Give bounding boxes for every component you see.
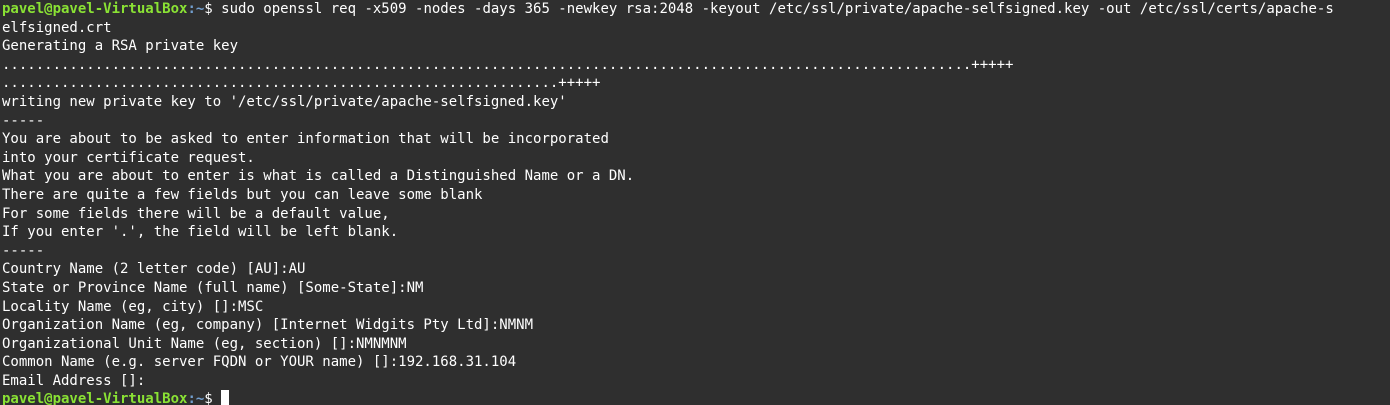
output-line: State or Province Name (full name) [Some… — [2, 279, 424, 296]
output-line: writing new private key to '/etc/ssl/pri… — [2, 93, 567, 110]
prompt-user-host: pavel@pavel-VirtualBox — [2, 391, 188, 405]
output-line: ----- — [2, 242, 45, 259]
output-line: ----- — [2, 112, 45, 129]
output-line: Generating a RSA private key — [2, 38, 239, 55]
output-line: There are quite a few fields but you can… — [2, 186, 483, 203]
output-line: ........................................… — [2, 56, 1014, 73]
output-line: Common Name (e.g. server FQDN or YOUR na… — [2, 354, 517, 371]
command-text: sudo openssl req -x509 -nodes -days 365 … — [221, 1, 1334, 17]
output-line: Organizational Unit Name (eg, section) [… — [2, 335, 407, 352]
output-line: If you enter '.', the field will be left… — [2, 224, 399, 241]
output-line: Email Address []: — [2, 372, 146, 389]
output-line: You are about to be asked to enter infor… — [2, 131, 609, 148]
prompt-path: :~ — [187, 391, 205, 405]
output-line: For some fields there will be a default … — [2, 205, 390, 222]
output-line: Organization Name (eg, company) [Interne… — [2, 317, 534, 334]
text-cursor — [221, 390, 230, 405]
prompt-path: :~ — [187, 1, 205, 17]
command-line: pavel@pavel-VirtualBox:~$ sudo openssl r… — [2, 0, 1390, 19]
output-line: What you are about to enter is what is c… — [2, 168, 635, 185]
terminal-window[interactable]: pavel@pavel-VirtualBox:~$ sudo openssl r… — [0, 0, 1390, 405]
output-line: ........................................… — [2, 75, 601, 92]
output-line: Country Name (2 letter code) [AU]:AU — [2, 261, 306, 278]
active-prompt-line[interactable]: pavel@pavel-VirtualBox:~$ — [2, 390, 1390, 405]
output-line: into your certificate request. — [2, 149, 255, 166]
prompt-symbol: $ — [204, 391, 222, 405]
command-output: Generating a RSA private key ...........… — [2, 37, 1390, 390]
prompt-symbol: $ — [204, 1, 222, 17]
output-line: Locality Name (eg, city) []:MSC — [2, 298, 264, 315]
prompt-user-host: pavel@pavel-VirtualBox — [2, 1, 188, 17]
command-line-wrap: elfsigned.crt — [2, 19, 112, 36]
